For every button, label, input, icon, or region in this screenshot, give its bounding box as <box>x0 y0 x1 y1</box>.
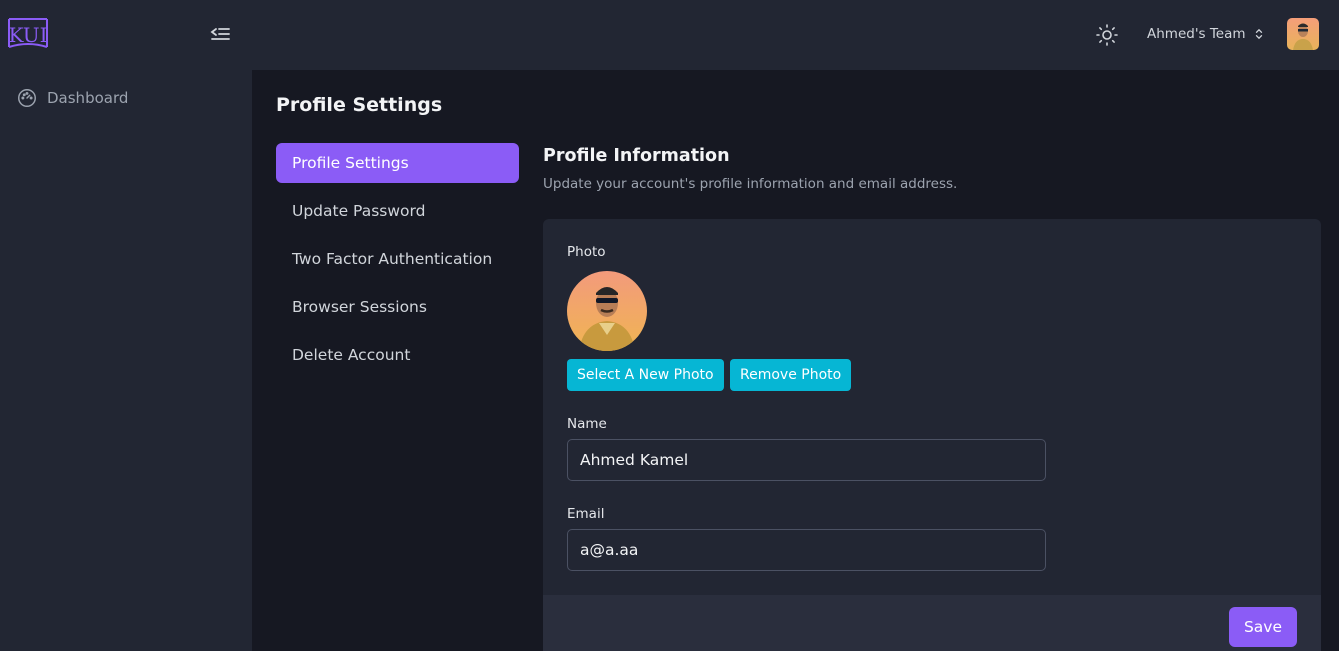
sidebar-item-label: Dashboard <box>47 89 129 107</box>
name-label: Name <box>567 416 607 432</box>
user-avatar[interactable] <box>1287 18 1319 50</box>
remove-photo-button[interactable]: Remove Photo <box>730 359 852 391</box>
sun-icon[interactable] <box>1095 23 1119 47</box>
section-description: Update your account's profile informatio… <box>543 176 958 192</box>
team-name: Ahmed's Team <box>1147 26 1246 42</box>
name-input[interactable] <box>567 439 1046 481</box>
collapse-sidebar-icon[interactable] <box>208 22 232 46</box>
settings-nav-delete-account[interactable]: Delete Account <box>276 335 519 375</box>
profile-card: Photo Select A New Photo Remove Photo Na… <box>543 219 1321 651</box>
settings-nav-profile-settings[interactable]: Profile Settings <box>276 143 519 183</box>
select-new-photo-button[interactable]: Select A New Photo <box>567 359 724 391</box>
chevron-up-down-icon <box>1255 28 1262 40</box>
sidebar-item-dashboard[interactable]: Dashboard <box>16 86 128 110</box>
team-switcher[interactable]: Ahmed's Team <box>1147 24 1264 44</box>
email-input[interactable] <box>567 529 1046 571</box>
sidebar: KUI Dashboard <box>0 0 252 651</box>
topbar: Ahmed's Team <box>252 0 1339 70</box>
email-label: Email <box>567 506 605 522</box>
photo-label: Photo <box>567 244 606 260</box>
profile-photo <box>567 271 647 351</box>
settings-nav-browser-sessions[interactable]: Browser Sessions <box>276 287 519 327</box>
page-title: Profile Settings <box>276 94 443 116</box>
kui-logo[interactable]: KUI <box>7 15 49 51</box>
svg-text:KUI: KUI <box>9 23 48 47</box>
dashboard-gauge-icon <box>18 89 36 107</box>
section-title: Profile Information <box>543 146 730 166</box>
card-footer: Save <box>543 595 1321 651</box>
save-button[interactable]: Save <box>1229 607 1297 647</box>
settings-nav-two-factor-authentication[interactable]: Two Factor Authentication <box>276 239 519 279</box>
settings-nav-update-password[interactable]: Update Password <box>276 191 519 231</box>
settings-nav: Profile Settings Update Password Two Fac… <box>276 143 519 383</box>
